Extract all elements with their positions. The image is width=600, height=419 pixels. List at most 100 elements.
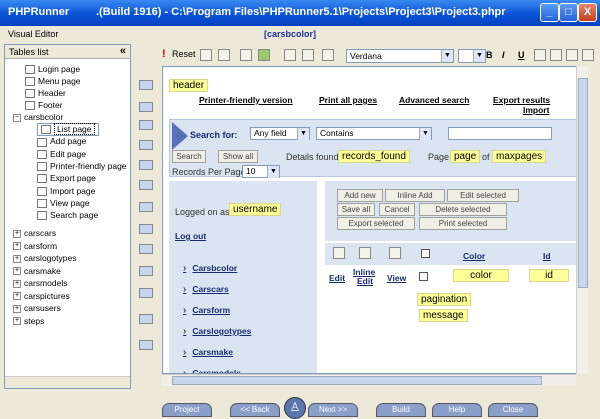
maxpages-tag[interactable]: maxpages: [492, 150, 547, 163]
maximize-button[interactable]: □: [559, 3, 578, 22]
nav-table-link[interactable]: › Carslogotypes: [183, 326, 251, 337]
header-tag[interactable]: header: [169, 79, 209, 92]
records-found-tag[interactable]: records_found: [338, 150, 410, 163]
tree-page-item[interactable]: List page: [37, 123, 99, 136]
link-icon[interactable]: [284, 49, 296, 61]
show-all-button[interactable]: Show all: [218, 150, 258, 163]
expand-node-icon[interactable]: +: [13, 242, 21, 251]
color-column-header[interactable]: Color: [463, 251, 485, 261]
scrollbar-thumb[interactable]: [172, 376, 542, 385]
expand-node-icon[interactable]: +: [13, 279, 21, 288]
row-checkbox[interactable]: [419, 272, 428, 281]
tree-page-item[interactable]: Search page: [37, 209, 98, 221]
expand-node-icon[interactable]: +: [13, 292, 21, 301]
tree-page-item[interactable]: Footer: [25, 99, 63, 111]
insert-tool-icon[interactable]: [139, 140, 153, 150]
image-icon[interactable]: [322, 49, 334, 61]
cancel-button[interactable]: Cancel: [379, 203, 415, 216]
printer-friendly-link[interactable]: Printer-friendly version: [199, 95, 293, 105]
tree-page-item[interactable]: View page: [37, 197, 90, 209]
logout-link[interactable]: Log out: [175, 231, 206, 241]
insert-tool-icon[interactable]: [139, 288, 153, 298]
nav-table-link[interactable]: › Carsform: [183, 305, 230, 316]
inline-add-button[interactable]: Inline Add: [385, 189, 445, 202]
justify-icon[interactable]: [582, 49, 594, 61]
edit-icon[interactable]: [240, 49, 252, 61]
insert-tool-icon[interactable]: [139, 202, 153, 212]
row-edit-link[interactable]: Edit: [329, 273, 345, 283]
page-tag[interactable]: page: [450, 150, 481, 163]
edit-selected-button[interactable]: Edit selected: [447, 189, 519, 202]
tree-table-node[interactable]: + carsmake: [13, 265, 61, 277]
next-button[interactable]: Next >>: [308, 403, 358, 417]
back-button[interactable]: << Back: [230, 403, 280, 417]
build-button[interactable]: Build: [376, 403, 426, 417]
tree-page-item[interactable]: Header: [25, 87, 66, 99]
expand-node-icon[interactable]: +: [13, 267, 21, 276]
align-center-icon[interactable]: [550, 49, 562, 61]
insert-tool-icon[interactable]: [139, 266, 153, 276]
operator-select[interactable]: Contains ▼: [316, 127, 432, 140]
project-button[interactable]: Project: [162, 403, 212, 417]
insert-tool-icon[interactable]: [139, 314, 153, 324]
collapse-node-icon[interactable]: −: [13, 113, 21, 122]
comment-icon[interactable]: [218, 49, 230, 61]
message-tag[interactable]: message: [419, 309, 468, 322]
insert-tool-icon[interactable]: [139, 180, 153, 190]
scrollbar-thumb[interactable]: [578, 78, 588, 288]
add-new-button[interactable]: Add new: [337, 189, 383, 202]
font-select[interactable]: Verdana ▼: [346, 49, 454, 63]
nav-table-link[interactable]: › Carsbcolor: [183, 263, 237, 274]
tree-page-item[interactable]: Menu page: [25, 75, 81, 87]
id-column-header[interactable]: Id: [543, 251, 551, 261]
close-button[interactable]: X: [578, 3, 597, 22]
insert-tool-icon[interactable]: [139, 102, 153, 112]
table-icon[interactable]: [302, 49, 314, 61]
align-right-icon[interactable]: [566, 49, 578, 61]
insert-tool-icon[interactable]: [139, 244, 153, 254]
username-tag[interactable]: username: [229, 203, 282, 216]
export-results-link[interactable]: Export results: [493, 95, 550, 105]
tree-page-item[interactable]: Import page: [37, 185, 95, 197]
tree-table-node[interactable]: + steps: [13, 315, 44, 327]
expand-node-icon[interactable]: +: [13, 229, 21, 238]
field-select[interactable]: Any field ▼: [250, 127, 310, 140]
tree-horizontal-scrollbar[interactable]: [5, 376, 130, 388]
add-icon[interactable]: [258, 49, 270, 61]
nav-table-link[interactable]: › Carsmake: [183, 347, 233, 358]
tree-page-item[interactable]: Add page: [37, 135, 86, 147]
expand-node-icon[interactable]: +: [13, 254, 21, 263]
export-selected-button[interactable]: Export selected: [337, 217, 415, 230]
align-left-icon[interactable]: [534, 49, 546, 61]
nav-table-link[interactable]: › Carscars: [183, 284, 229, 295]
minimize-button[interactable]: _: [540, 3, 559, 22]
advanced-search-link[interactable]: Advanced search: [399, 95, 469, 105]
insert-tool-icon[interactable]: [139, 160, 153, 170]
font-size-select[interactable]: ▼: [458, 49, 486, 63]
insert-tool-icon[interactable]: [139, 340, 153, 350]
tree-table-node[interactable]: + carscars: [13, 227, 56, 239]
canvas-vertical-scrollbar[interactable]: [576, 66, 588, 374]
expand-node-icon[interactable]: +: [13, 304, 21, 313]
close-wizard-button[interactable]: Close: [488, 403, 538, 417]
search-input[interactable]: [448, 127, 552, 140]
style-icon[interactable]: [200, 49, 212, 61]
collapse-icon[interactable]: «: [120, 45, 126, 57]
tree-table-node[interactable]: + carspictures: [13, 290, 70, 302]
color-value-tag[interactable]: color: [453, 269, 509, 282]
bold-button[interactable]: B: [486, 50, 493, 60]
canvas-horizontal-scrollbar[interactable]: [162, 374, 576, 386]
reset-button[interactable]: Reset: [172, 49, 196, 59]
tree-table-node[interactable]: + carslogotypes: [13, 252, 76, 264]
expand-node-icon[interactable]: +: [13, 317, 21, 326]
insert-tool-icon[interactable]: [139, 80, 153, 90]
id-value-tag[interactable]: id: [529, 269, 569, 282]
delete-selected-button[interactable]: Delete selected: [419, 203, 507, 216]
tree-page-item[interactable]: − carsbcolor: [13, 111, 63, 123]
select-all-checkbox[interactable]: [421, 249, 430, 258]
tree-page-item[interactable]: Printer-friendly page: [37, 160, 127, 172]
save-all-button[interactable]: Save all: [337, 203, 375, 216]
tree-page-item[interactable]: Edit page: [37, 148, 86, 160]
tree-table-node[interactable]: + carsusers: [13, 302, 61, 314]
insert-tool-icon[interactable]: [139, 120, 153, 130]
